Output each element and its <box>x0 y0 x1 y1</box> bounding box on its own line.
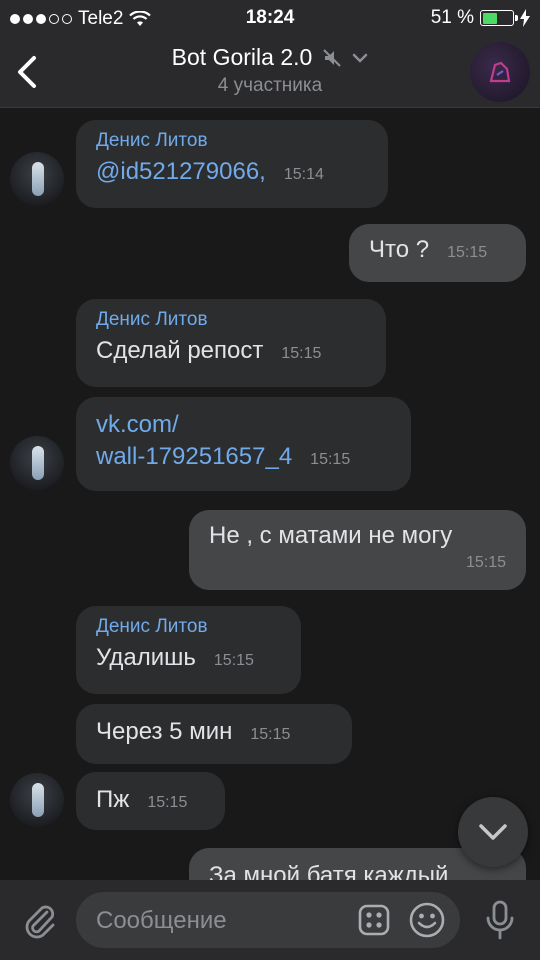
message-author[interactable]: Денис Литов <box>96 616 281 638</box>
chat-title: Bot Gorila 2.0 <box>171 44 313 70</box>
message-composer: Сообщение <box>0 880 540 960</box>
gorilla-logo-icon <box>489 61 511 83</box>
battery-percent: 51 % <box>430 7 474 28</box>
message-text: Пж <box>96 786 130 813</box>
chevron-down-icon <box>479 824 507 840</box>
message-author[interactable]: Денис Литов <box>96 309 366 331</box>
bot-keyboard-icon <box>358 904 390 936</box>
status-bar: Tele2 18:24 51 % <box>0 0 540 36</box>
message-text: Удалишь <box>96 644 196 671</box>
charging-icon <box>520 9 530 27</box>
message-bubble[interactable]: Пж 15:15 <box>76 772 225 830</box>
bot-keyboard-button[interactable] <box>358 904 390 936</box>
message-time: 15:15 <box>447 244 488 261</box>
message-time: 15:15 <box>250 726 291 743</box>
message-time: 15:14 <box>283 166 324 183</box>
scroll-down-button[interactable] <box>458 797 528 867</box>
muted-bell-icon <box>323 48 342 67</box>
wall-link[interactable]: vk.com/ <box>96 409 391 441</box>
message-text: За мной батя каждый <box>209 862 449 880</box>
message-text: Сделай репост <box>96 337 264 364</box>
message-bubble[interactable]: Денис Литов Сделай репост 15:15 <box>76 299 386 387</box>
message-bubble[interactable]: Денис Литов @id521279066, 15:14 <box>76 120 388 208</box>
chat-header: Bot Gorila 2.0 4 участника <box>0 36 540 108</box>
avatar[interactable] <box>10 773 64 827</box>
battery-icon <box>480 10 518 26</box>
message-time: 15:15 <box>310 451 351 468</box>
battery-group: 51 % <box>431 7 530 29</box>
message-text: Что ? <box>369 236 430 263</box>
avatar[interactable] <box>10 152 64 206</box>
message-bubble[interactable]: Денис Литов Удалишь 15:15 <box>76 606 301 694</box>
message-author[interactable]: Денис Литов <box>96 130 368 152</box>
paperclip-icon <box>25 905 55 939</box>
message-time: 15:15 <box>281 345 322 362</box>
message-bubble-outgoing[interactable]: Что ? 15:15 <box>349 224 526 282</box>
chat-subtitle: 4 участника <box>217 75 323 96</box>
avatar[interactable] <box>10 436 64 490</box>
message-time: 15:15 <box>213 652 254 669</box>
message-bubble[interactable]: Через 5 мин 15:15 <box>76 704 352 764</box>
message-bubble[interactable]: vk.com/ wall-179251657_4 15:15 <box>76 397 411 491</box>
chevron-down-icon <box>353 53 368 63</box>
chat-title-block[interactable]: Bot Gorila 2.0 4 участника <box>0 44 540 97</box>
message-input[interactable]: Сообщение <box>76 892 460 948</box>
message-list[interactable]: Денис Литов @id521279066, 15:14 Что ? 15:1… <box>0 108 540 880</box>
mention-link[interactable]: @id521279066, <box>96 158 266 185</box>
message-bubble-outgoing[interactable]: Не , с матами не могу 15:15 <box>189 510 526 590</box>
microphone-icon <box>486 900 514 940</box>
wall-link[interactable]: wall-179251657_4 <box>96 443 292 470</box>
message-text: Через 5 мин <box>96 718 233 745</box>
microphone-button[interactable] <box>482 900 518 940</box>
message-time: 15:15 <box>147 794 188 811</box>
attach-button[interactable] <box>20 900 60 940</box>
chat-avatar[interactable] <box>470 42 530 102</box>
emoji-button[interactable] <box>408 901 446 939</box>
message-input-placeholder: Сообщение <box>96 907 227 934</box>
message-time: 15:15 <box>465 554 506 571</box>
smile-icon <box>409 902 445 938</box>
message-text: Не , с матами не могу <box>209 522 453 549</box>
